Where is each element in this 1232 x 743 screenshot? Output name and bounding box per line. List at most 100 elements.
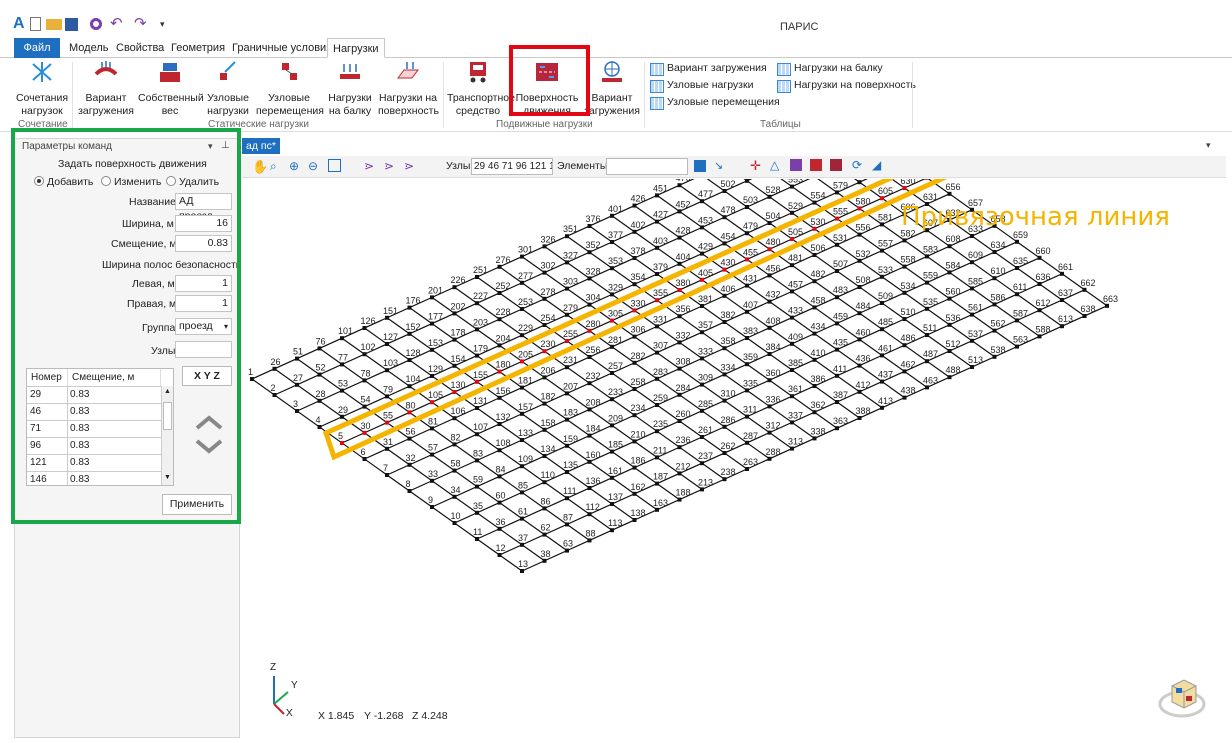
grid-node[interactable] xyxy=(452,521,457,525)
grid-node[interactable] xyxy=(925,333,929,337)
grid-node[interactable] xyxy=(767,430,772,435)
pan-hand-icon[interactable]: ✋ xyxy=(252,159,268,175)
grid-node[interactable] xyxy=(587,328,592,333)
axes-icon[interactable]: ✛ xyxy=(750,158,761,174)
grid-node[interactable] xyxy=(497,500,502,505)
grid-node[interactable] xyxy=(835,347,839,352)
grid-node[interactable] xyxy=(475,537,479,541)
grid-node[interactable] xyxy=(790,315,794,320)
grid-node[interactable] xyxy=(497,264,502,269)
grid-node[interactable] xyxy=(880,274,884,279)
grid-node[interactable] xyxy=(655,403,659,407)
zoom-icon[interactable]: ⌕ xyxy=(270,159,277,174)
grid-node[interactable] xyxy=(970,260,974,265)
grid-node[interactable] xyxy=(452,494,457,499)
grid-node[interactable] xyxy=(565,470,569,474)
grid-node[interactable] xyxy=(880,248,884,253)
grid-node[interactable] xyxy=(430,321,434,326)
grid-node[interactable] xyxy=(542,427,547,432)
grid-node[interactable] xyxy=(925,179,929,180)
grid-node[interactable] xyxy=(475,379,479,384)
grid-node[interactable] xyxy=(1060,271,1064,276)
grid-node[interactable] xyxy=(1015,239,1019,244)
grid-node[interactable] xyxy=(520,359,524,364)
grid-node[interactable] xyxy=(880,379,884,384)
grid-node[interactable] xyxy=(1015,344,1019,349)
grid-node[interactable] xyxy=(880,327,884,332)
grid-node[interactable] xyxy=(812,436,817,441)
grid-node[interactable] xyxy=(790,289,794,294)
grid-node[interactable] xyxy=(722,477,727,482)
document-tab[interactable]: ад пс* xyxy=(242,138,280,154)
grid-node[interactable] xyxy=(700,461,704,466)
grid-node[interactable] xyxy=(947,244,952,249)
grid-node[interactable] xyxy=(745,362,749,367)
grid-node[interactable] xyxy=(1037,255,1042,260)
grid-node[interactable] xyxy=(902,343,907,348)
grid-node[interactable] xyxy=(992,302,997,307)
grid-node[interactable] xyxy=(520,385,524,390)
grid-node[interactable] xyxy=(947,349,952,353)
grid-node[interactable] xyxy=(722,424,727,429)
grid-node[interactable] xyxy=(677,183,682,188)
beam-loads-button[interactable]: Нагрузки на балку xyxy=(326,60,374,118)
grid-node[interactable] xyxy=(790,341,794,346)
grid-node[interactable] xyxy=(835,321,839,326)
structural-grid[interactable]: 1265176101126151176201226251276301326351… xyxy=(242,179,1226,731)
grid-node[interactable] xyxy=(587,512,592,517)
select-add-icon[interactable]: ⋗ xyxy=(384,159,394,173)
grid-node[interactable] xyxy=(317,346,322,351)
zoom-in-icon[interactable]: ⊕ xyxy=(289,159,299,173)
rotate-icon[interactable]: ⟳ xyxy=(852,158,862,172)
select-icon[interactable]: ⋗ xyxy=(364,159,374,173)
grid-node[interactable] xyxy=(947,375,952,380)
grid-node[interactable] xyxy=(790,394,794,399)
grid-node[interactable] xyxy=(812,226,817,231)
grid-node[interactable] xyxy=(520,516,524,521)
grid-node[interactable] xyxy=(947,270,952,275)
grid-node[interactable] xyxy=(1015,292,1019,297)
grid-node[interactable] xyxy=(1037,308,1042,313)
grid-node[interactable] xyxy=(835,216,839,221)
grid-node[interactable] xyxy=(520,280,524,285)
grid-node[interactable] xyxy=(362,378,367,383)
grid-node[interactable] xyxy=(655,507,659,512)
grid-node[interactable] xyxy=(565,443,569,448)
grid-node[interactable] xyxy=(452,363,457,368)
grid-node[interactable] xyxy=(857,363,862,368)
grid-node[interactable] xyxy=(632,256,637,260)
grid-node[interactable] xyxy=(520,411,524,416)
grid-node[interactable] xyxy=(520,254,524,259)
grid-node[interactable] xyxy=(857,258,862,263)
grid-node[interactable] xyxy=(565,234,569,239)
render-icon[interactable]: ◢ xyxy=(872,158,881,172)
grid-node[interactable] xyxy=(722,293,727,298)
grid-node[interactable] xyxy=(722,320,727,324)
grid-node[interactable] xyxy=(655,350,659,355)
grid-node[interactable] xyxy=(430,452,434,457)
grid-node[interactable] xyxy=(632,334,637,339)
grid-node[interactable] xyxy=(992,328,997,333)
grid-node[interactable] xyxy=(632,282,637,287)
grid-node[interactable] xyxy=(430,505,434,509)
grid-node[interactable] xyxy=(655,481,659,486)
grid-node[interactable] xyxy=(722,372,727,377)
grid-node[interactable] xyxy=(722,267,727,272)
grid-node[interactable] xyxy=(610,423,614,428)
grid-node[interactable] xyxy=(790,420,794,425)
grid-node[interactable] xyxy=(430,400,434,405)
grid-node[interactable] xyxy=(677,445,682,450)
grid-node[interactable] xyxy=(722,241,727,246)
self-weight-button[interactable]: Собственный вес xyxy=(138,60,204,118)
grid-node[interactable] xyxy=(272,393,277,397)
grid-node[interactable] xyxy=(565,312,569,317)
grid-node[interactable] xyxy=(542,296,547,301)
grid-node[interactable] xyxy=(407,462,412,467)
undo-icon[interactable]: ↶ xyxy=(110,16,126,32)
grid-node[interactable] xyxy=(857,232,862,237)
grid-node[interactable] xyxy=(812,253,817,257)
grid-node[interactable] xyxy=(722,346,727,351)
grid-node[interactable] xyxy=(542,506,547,511)
grid-node[interactable] xyxy=(542,375,547,380)
node-loads-button[interactable]: Узловые нагрузки xyxy=(204,60,252,118)
